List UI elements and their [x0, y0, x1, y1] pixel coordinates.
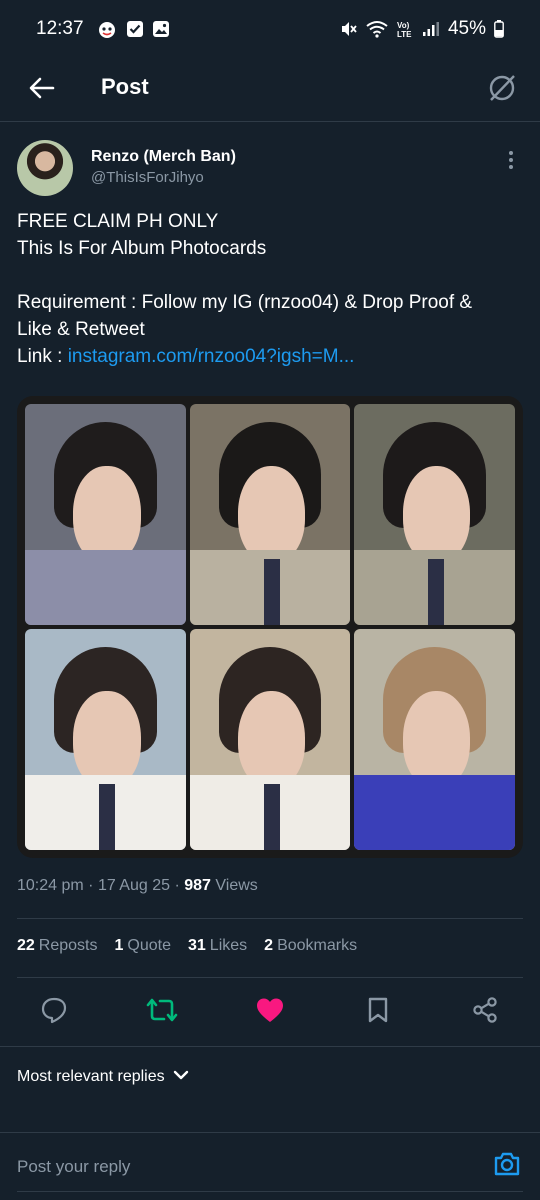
grok-button[interactable]: [480, 68, 524, 112]
mute-icon: [340, 20, 358, 38]
views-label: Views: [210, 877, 258, 894]
battery-percent: 45%: [447, 18, 486, 39]
page-title: Post: [101, 74, 149, 99]
photocard: [354, 629, 515, 850]
separator: ·: [83, 877, 98, 894]
volte-icon: Vo) LTE: [396, 20, 414, 38]
battery-icon: [494, 20, 504, 38]
separator: ·: [170, 877, 185, 894]
views-count[interactable]: 987: [184, 877, 211, 894]
status-bar: 12:37 Vo) LTE 45%: [0, 0, 540, 58]
share-icon: [471, 996, 499, 1029]
bookmark-icon: [366, 996, 390, 1029]
divider: [0, 1046, 540, 1047]
top-header: Post: [0, 58, 540, 122]
like-button[interactable]: [254, 996, 286, 1028]
instagram-link[interactable]: instagram.com/rnzoo04?igsh=M...: [68, 346, 355, 367]
repost-button[interactable]: [146, 996, 178, 1028]
author-name[interactable]: Renzo (Merch Ban): [91, 148, 236, 166]
photocard: [25, 629, 186, 850]
post-text-line: This Is For Album Photocards: [17, 238, 267, 259]
reply-input[interactable]: Post your reply: [17, 1157, 130, 1177]
post-text-line: Like & Retweet: [17, 319, 145, 340]
avatar[interactable]: [17, 140, 73, 196]
photocard: [25, 404, 186, 625]
author-handle[interactable]: @ThisIsForJihyo: [91, 169, 204, 186]
quotes-label: Quote: [127, 937, 171, 954]
bookmarks-count: 2: [264, 937, 274, 954]
bookmarks-label: Bookmarks: [277, 937, 358, 954]
post-date: 17 Aug 25: [97, 877, 171, 894]
post-text-line: Requirement : Follow my IG (rnzoo04) & D…: [17, 292, 473, 313]
reposts-stat[interactable]: 22 Reposts: [17, 937, 98, 955]
back-button[interactable]: [22, 70, 62, 110]
reposts-count: 22: [17, 937, 35, 954]
photocard: [189, 404, 351, 625]
action-bar: [0, 990, 540, 1034]
bookmarks-stat[interactable]: 2 Bookmarks: [264, 937, 357, 955]
post-media-image[interactable]: [17, 396, 523, 858]
wifi-icon: [366, 20, 388, 38]
post-time: 10:24 pm: [17, 877, 84, 894]
camera-icon: [493, 1151, 521, 1182]
divider: [17, 977, 523, 978]
heart-icon: [255, 996, 285, 1029]
grok-icon: [487, 73, 517, 108]
engagement-stats: 22 Reposts 1 Quote 31 Likes 2 Bookmarks: [17, 937, 357, 955]
share-button[interactable]: [469, 996, 501, 1028]
more-options-button[interactable]: [499, 150, 523, 174]
status-time: 12:37: [36, 18, 84, 39]
quotes-count: 1: [114, 937, 124, 954]
photocard: [189, 629, 351, 850]
photocard: [354, 404, 515, 625]
chevron-down-icon: [173, 1068, 189, 1086]
camera-button[interactable]: [492, 1151, 522, 1181]
svg-text:Vo): Vo): [397, 21, 410, 30]
repost-icon: [146, 996, 178, 1029]
quotes-stat[interactable]: 1 Quote: [115, 937, 172, 955]
back-arrow-icon: [29, 77, 55, 104]
svg-text:LTE: LTE: [397, 30, 412, 38]
signal-icon: [422, 21, 440, 37]
post-text-spacer: [17, 262, 527, 289]
more-vertical-icon: [508, 150, 514, 175]
checkbox-icon: [126, 20, 144, 38]
post-meta: 10:24 pm · 17 Aug 25 · 987 Views: [17, 877, 258, 895]
post-author: Renzo (Merch Ban) @ThisIsForJihyo: [17, 140, 527, 200]
reply-composer: Post your reply: [0, 1132, 540, 1200]
divider: [17, 918, 523, 919]
likes-label: Likes: [209, 937, 248, 954]
gallery-icon: [152, 20, 170, 38]
reply-sort-label: Most relevant replies: [17, 1068, 165, 1085]
likes-count: 31: [188, 937, 206, 954]
link-prefix: Link :: [17, 346, 68, 367]
post-text-line: FREE CLAIM PH ONLY: [17, 211, 219, 232]
reply-icon: [40, 996, 68, 1029]
post-link-line: Link : instagram.com/rnzoo04?igsh=M...: [17, 343, 527, 370]
divider: [17, 1191, 523, 1192]
reposts-label: Reposts: [38, 937, 98, 954]
reply-button[interactable]: [38, 996, 70, 1028]
bookmark-button[interactable]: [362, 996, 394, 1028]
reply-sort-dropdown[interactable]: Most relevant replies: [17, 1068, 189, 1086]
post-text: FREE CLAIM PH ONLY This Is For Album Pho…: [17, 208, 527, 370]
likes-stat[interactable]: 31 Likes: [188, 937, 247, 955]
notification-app-icon: [96, 19, 118, 39]
